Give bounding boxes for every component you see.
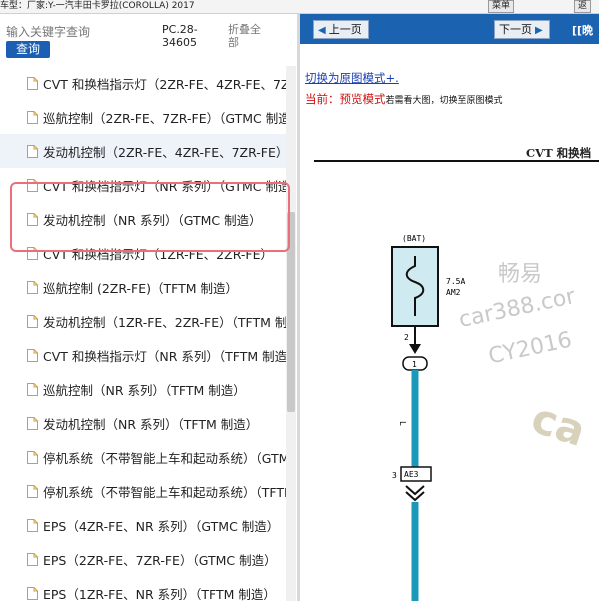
fuse-rating: 7.5A [446,277,465,286]
tree-item[interactable]: 发动机控制（2ZR-FE、4ZR-FE、7ZR-FE） [0,134,286,168]
document-icon [27,246,38,260]
pc-number-label: PC.28-34605 [162,23,198,49]
pin-3-label: 3 [392,471,397,480]
diagram-title-rule [314,160,599,162]
tree-item[interactable]: EPS（2ZR-FE、7ZR-FE）（GTMC 制造） [0,542,286,576]
tree-item-label: 停机系统（不带智能上车和起动系统）（TFTM 制造） [43,484,286,500]
tree-scrollbar[interactable] [286,66,296,601]
query-button[interactable]: 查询 [6,41,50,58]
window-title-bar: 车型：厂家:Y-一汽丰田卡罗拉(COROLLA) 2017 菜单 返 [0,0,599,14]
tree-item[interactable]: CVT 和换档指示灯（2ZR-FE、4ZR-FE、7ZR-FE） [0,66,286,100]
next-page-button[interactable]: 下一页 ▶ [494,20,550,39]
fuse-name: (BAT) [402,234,426,243]
scrollbar-thumb[interactable] [287,212,295,412]
wire-label: L [398,421,407,426]
wiring-diagram: (BAT) 7.5A AM2 2 1 L 3 AE3 [391,234,465,601]
tree-item-label: CVT 和换档指示灯（NR 系列）（GTMC 制造） [43,178,286,194]
document-icon [27,280,38,294]
tree-item[interactable]: 巡航控制 (2ZR-FE)（TFTM 制造） [0,270,286,304]
tree-item-label: 停机系统（不带智能上车和起动系统）（GTMC 制造） [43,450,286,466]
next-page-label: 下一页 [499,23,532,36]
tree-item-label: 巡航控制（NR 系列）（TFTM 制造） [43,382,246,398]
tree-item[interactable]: 发动机控制（1ZR-FE、2ZR-FE）（TFTM 制造） [0,304,286,338]
tree-item-label: EPS（4ZR-FE、NR 系列）（GTMC 制造） [43,518,280,534]
connector-1-label: 1 [412,360,417,369]
window-title: 车型：厂家:Y-一汽丰田卡罗拉(COROLLA) 2017 [0,1,195,11]
tree-item-label: EPS（2ZR-FE、7ZR-FE）（GTMC 制造） [43,552,277,568]
document-icon [27,552,38,566]
tree-item[interactable]: CVT 和换档指示灯（NR 系列）（TFTM 制造） [0,338,286,372]
right-panel: ◀ 上一页 下一页 ▶ [[晩 切换为原图模式+. 当前：预览模式若需看大图，切换至… [300,14,599,601]
diagram-title: CVT 和换档 [526,146,592,160]
toolbar-menu-button[interactable]: 菜单 [488,0,515,13]
watermark-1: 畅易 [498,262,543,287]
chevron-down-icon [405,485,425,502]
current-label: 当前： [305,92,340,106]
toolbar-back-button[interactable]: 返 [574,0,592,13]
document-tree: CVT 和换档指示灯（2ZR-FE、4ZR-FE、7ZR-FE） 巡航控制（2ZR… [0,66,286,601]
tree-item-label: 发动机控制（2ZR-FE、4ZR-FE、7ZR-FE） [43,144,286,160]
page-nav-bar: ◀ 上一页 下一页 ▶ [[晩 [300,14,599,44]
tree-item-label: CVT 和换档指示灯（NR 系列）（TFTM 制造） [43,348,286,364]
tree-item[interactable]: EPS（4ZR-FE、NR 系列）（GTMC 制造） [0,508,286,542]
tree-item-label: CVT 和换档指示灯（1ZR-FE、2ZR-FE） [43,246,273,262]
tree-item-label: 发动机控制（NR 系列）（GTMC 制造） [43,212,262,228]
nav-label: [[晩 [572,24,594,37]
document-icon [27,178,38,192]
tree-item[interactable]: 发动机控制（NR 系列）（GTMC 制造） [0,202,286,236]
down-arrow-icon [409,344,421,354]
tree-item[interactable]: 停机系统（不带智能上车和起动系统）（TFTM 制造） [0,474,286,508]
document-icon [27,586,38,600]
tree-item-label: 发动机控制（1ZR-FE、2ZR-FE）（TFTM 制造） [43,314,286,330]
arrow-right-icon: ▶ [535,25,543,36]
document-icon [27,416,38,430]
switch-mode-link[interactable]: 切换为原图模式+. [305,70,399,86]
arrow-left-icon: ◀ [318,25,326,36]
tree-item[interactable]: 发动机控制（NR 系列）（TFTM 制造） [0,406,286,440]
pin-2-label: 2 [404,333,409,342]
tree-item[interactable]: EPS（1ZR-FE、NR 系列）（TFTM 制造） [0,576,286,601]
current-mode: 预览模式 [339,92,386,106]
document-icon [27,314,38,328]
document-icon [27,110,38,124]
search-input[interactable]: 输入关键字查询 [6,23,90,40]
tree-item[interactable]: CVT 和换档指示灯（1ZR-FE、2ZR-FE） [0,236,286,270]
document-icon [27,518,38,532]
tree-item-label: 巡航控制 (2ZR-FE)（TFTM 制造） [43,280,239,296]
tree-item-label: EPS（1ZR-FE、NR 系列）（TFTM 制造） [43,586,276,601]
document-icon [27,484,38,498]
current-mode-line: 当前：预览模式若需看大图，切换至原图模式 [305,88,503,107]
tree-item-label: 巡航控制（2ZR-FE、7ZR-FE）（GTMC 制造） [43,110,286,126]
fuse-label: AM2 [446,288,461,297]
tree-item-label: 发动机控制（NR 系列）（TFTM 制造） [43,416,259,432]
tree-item[interactable]: 巡航控制（NR 系列）（TFTM 制造） [0,372,286,406]
left-panel: 输入关键字查询 查询 PC.28-34605 折叠全部 CVT 和换档指示灯（2… [0,14,297,601]
tree-item-label: CVT 和换档指示灯（2ZR-FE、4ZR-FE、7ZR-FE） [43,76,286,92]
prev-page-button[interactable]: ◀ 上一页 [313,20,369,39]
tree-item[interactable]: 巡航控制（2ZR-FE、7ZR-FE）（GTMC 制造） [0,100,286,134]
collapse-all-button[interactable]: 折叠全部 [228,23,268,49]
document-icon [27,144,38,158]
prev-page-label: 上一页 [328,23,362,36]
document-icon [27,348,38,362]
document-icon [27,450,38,464]
document-icon [27,212,38,226]
tree-item[interactable]: 停机系统（不带智能上车和起动系统）（GTMC 制造） [0,440,286,474]
tree-item[interactable]: CVT 和换档指示灯（NR 系列）（GTMC 制造） [0,168,286,202]
document-icon [27,76,38,90]
current-hint: 若需看大图，切换至原图模式 [385,96,503,106]
document-icon [27,382,38,396]
connector-ae3-label: AE3 [404,470,419,479]
